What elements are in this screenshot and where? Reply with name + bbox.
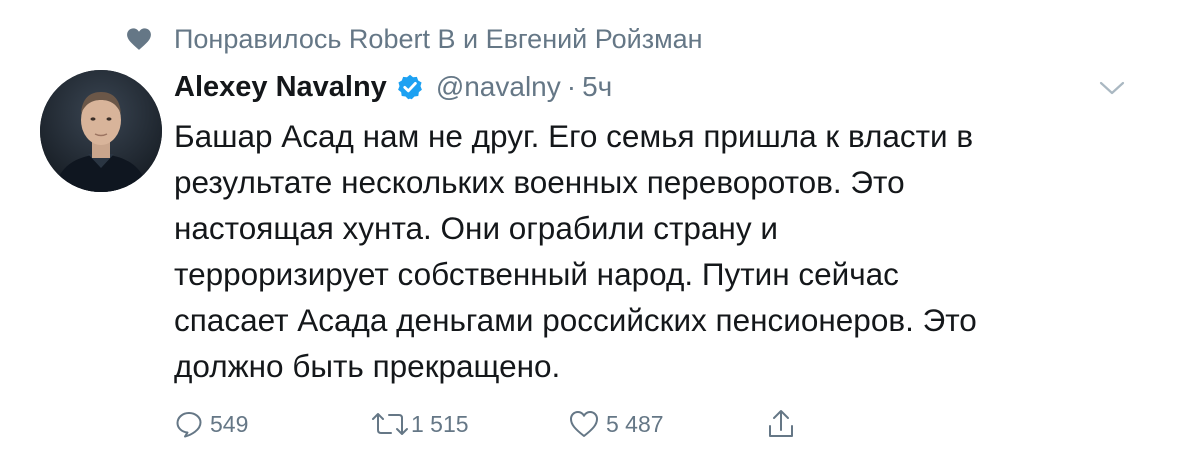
- tweet-text-line: настоящая хунта. Они ограбили страну и: [174, 210, 778, 246]
- avatar-photo: [40, 70, 162, 192]
- verified-badge-icon: [397, 74, 422, 100]
- social-context[interactable]: Понравилось Robert B и Евгений Ройзман: [126, 22, 703, 56]
- avatar[interactable]: [40, 70, 162, 192]
- tweet-text-line: результате нескольких военных переворото…: [174, 164, 905, 200]
- reply-button[interactable]: 549: [174, 404, 248, 444]
- tweet-text-line: спасает Асада деньгами российских пенсио…: [174, 302, 977, 338]
- tweet-text-line: Башар Асад нам не друг. Его семья пришла…: [174, 118, 974, 154]
- heart-icon: [127, 28, 151, 50]
- tweet-text-line: терроризирует собственный народ. Путин с…: [174, 256, 899, 292]
- tweet-text: Башар Асад нам не друг. Его семья пришла…: [174, 113, 1164, 389]
- share-icon: [769, 410, 793, 437]
- retweet-count: 1 515: [411, 410, 469, 437]
- reply-icon: [176, 412, 202, 438]
- heart-outline-icon: [570, 411, 598, 437]
- social-context-text: Понравилось Robert B и Евгений Ройзман: [174, 23, 703, 54]
- tweet-text-line: должно быть прекращено.: [174, 348, 561, 384]
- tweet-header: Alexey Navalny @navalny · 5ч: [174, 66, 612, 108]
- author-name[interactable]: Alexey Navalny: [174, 71, 387, 104]
- author-handle[interactable]: @navalny: [436, 71, 561, 103]
- reply-count: 549: [210, 410, 249, 437]
- share-button[interactable]: [766, 404, 796, 444]
- tweet-actions: 549 1 515 5 487: [174, 404, 814, 444]
- like-count: 5 487: [606, 410, 664, 437]
- tweet-timestamp[interactable]: 5ч: [582, 71, 612, 103]
- like-button[interactable]: 5 487: [568, 404, 664, 444]
- chevron-down-icon[interactable]: [1098, 78, 1126, 98]
- separator-dot: ·: [566, 71, 577, 102]
- retweet-icon: [372, 413, 408, 435]
- retweet-button[interactable]: 1 515: [369, 404, 469, 444]
